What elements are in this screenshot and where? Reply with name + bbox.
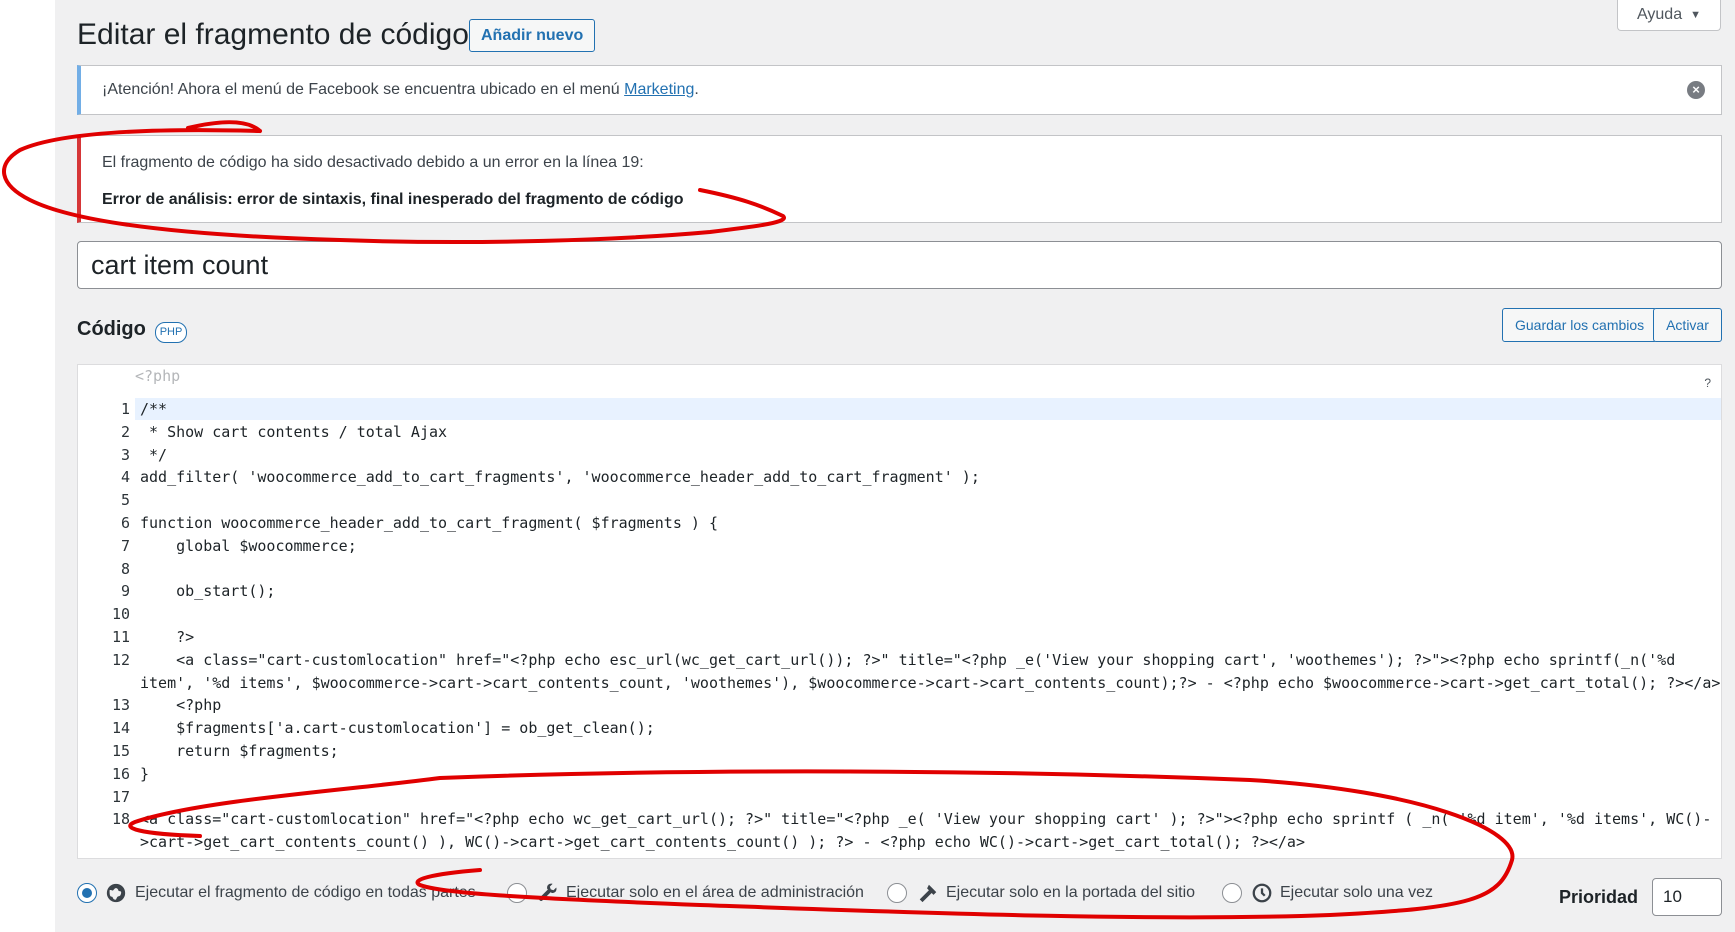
notice-text: ¡Atención! Ahora el menú de Facebook se … [102,81,620,98]
line-number: 17 [111,787,130,806]
clock-icon [1252,883,1272,903]
caret-down-icon: ▼ [1690,9,1701,21]
line-number: 13 [111,696,130,715]
code-text: >cart->get_cart_contents_count() ), WC()… [140,833,1305,852]
php-open-tag: <?php [135,367,181,385]
radio-admin[interactable] [507,883,527,903]
activate-button[interactable]: Activar [1653,308,1722,342]
line-number: 10 [111,605,130,624]
priority-label: Prioridad [1559,887,1639,907]
code-text: <a class="cart-customlocation" href="<?p… [140,810,1712,829]
code-text: return $fragments; [140,742,339,760]
facebook-menu-notice: ¡Atención! Ahora el menú de Facebook se … [77,65,1722,115]
run-admin-label[interactable]: Ejecutar solo en el área de administraci… [566,884,864,902]
line-number: 4 [120,468,130,487]
code-text: /** [140,400,168,418]
code-text: $fragments['a.cart-customlocation'] = ob… [140,719,655,738]
code-text: */ [140,445,168,464]
globe-icon [106,883,126,903]
line-number: 3 [120,445,130,464]
code-text: add_filter( 'woocommerce_add_to_cart_fra… [140,468,980,487]
line-number: 1 [120,400,130,418]
code-text: ob_start(); [140,582,276,601]
dismiss-icon[interactable]: × [1687,81,1705,99]
error-detail: Error de análisis: error de sintaxis, fi… [102,191,684,208]
line-number: 2 [120,422,130,441]
run-everywhere-label[interactable]: Ejecutar el fragmento de código en todas… [135,884,476,902]
line-number: 16 [111,764,130,783]
line-number: 11 [111,628,130,646]
code-text: global $woocommerce; [140,536,357,555]
radio-everywhere[interactable] [77,883,97,903]
notice-suffix: . [694,81,699,98]
help-tab-label: Ayuda [1637,6,1683,23]
error-message: El fragmento de código ha sido desactiva… [102,154,644,171]
line-number: 15 [111,742,130,760]
code-text: item', '%d items', $woocommerce->cart->c… [140,673,1721,692]
marketing-link[interactable]: Marketing [624,81,694,98]
code-text: * Show cart contents / total Ajax [140,422,448,441]
line-number: 14 [111,719,130,738]
priority-input[interactable] [1652,878,1722,916]
line-number: 8 [120,559,130,578]
code-text: } [140,764,150,783]
snippet-title-input[interactable] [77,241,1722,289]
active-line-highlight [135,398,1721,420]
radio-once[interactable] [1222,883,1242,903]
notice-message: ¡Atención! Ahora el menú de Facebook se … [102,81,699,99]
code-text: <?php [140,696,222,715]
wrench-icon [539,883,557,902]
save-changes-button[interactable]: Guardar los cambios [1502,308,1658,342]
code-heading: Código [77,318,146,340]
line-number: 7 [120,536,130,555]
line-number: 6 [120,514,130,532]
radio-frontend[interactable] [887,883,907,903]
code-text: function woocommerce_header_add_to_cart_… [140,514,718,532]
error-notice: El fragmento de código ha sido desactiva… [77,135,1722,223]
add-new-button[interactable]: Añadir nuevo [469,19,596,52]
editor-help-icon[interactable]: ? [1704,376,1711,390]
run-once-label[interactable]: Ejecutar solo una vez [1280,884,1433,902]
help-tab[interactable]: Ayuda ▼ [1617,0,1721,31]
line-number: 18 [111,810,130,829]
code-editor[interactable]: <?php ? 1 /** 2 * Show cart contents / tot… [77,364,1722,859]
line-number: 9 [120,582,130,601]
code-text: ?> [140,628,195,646]
line-number: 5 [120,491,130,510]
language-badge: PHP [155,322,187,343]
hammer-icon [919,884,937,903]
code-text: <a class="cart-customlocation" href="<?p… [140,650,1676,669]
run-frontend-label[interactable]: Ejecutar solo en la portada del sitio [946,884,1195,902]
line-number: 12 [111,650,130,669]
page-title: Editar el fragmento de código [77,18,469,51]
